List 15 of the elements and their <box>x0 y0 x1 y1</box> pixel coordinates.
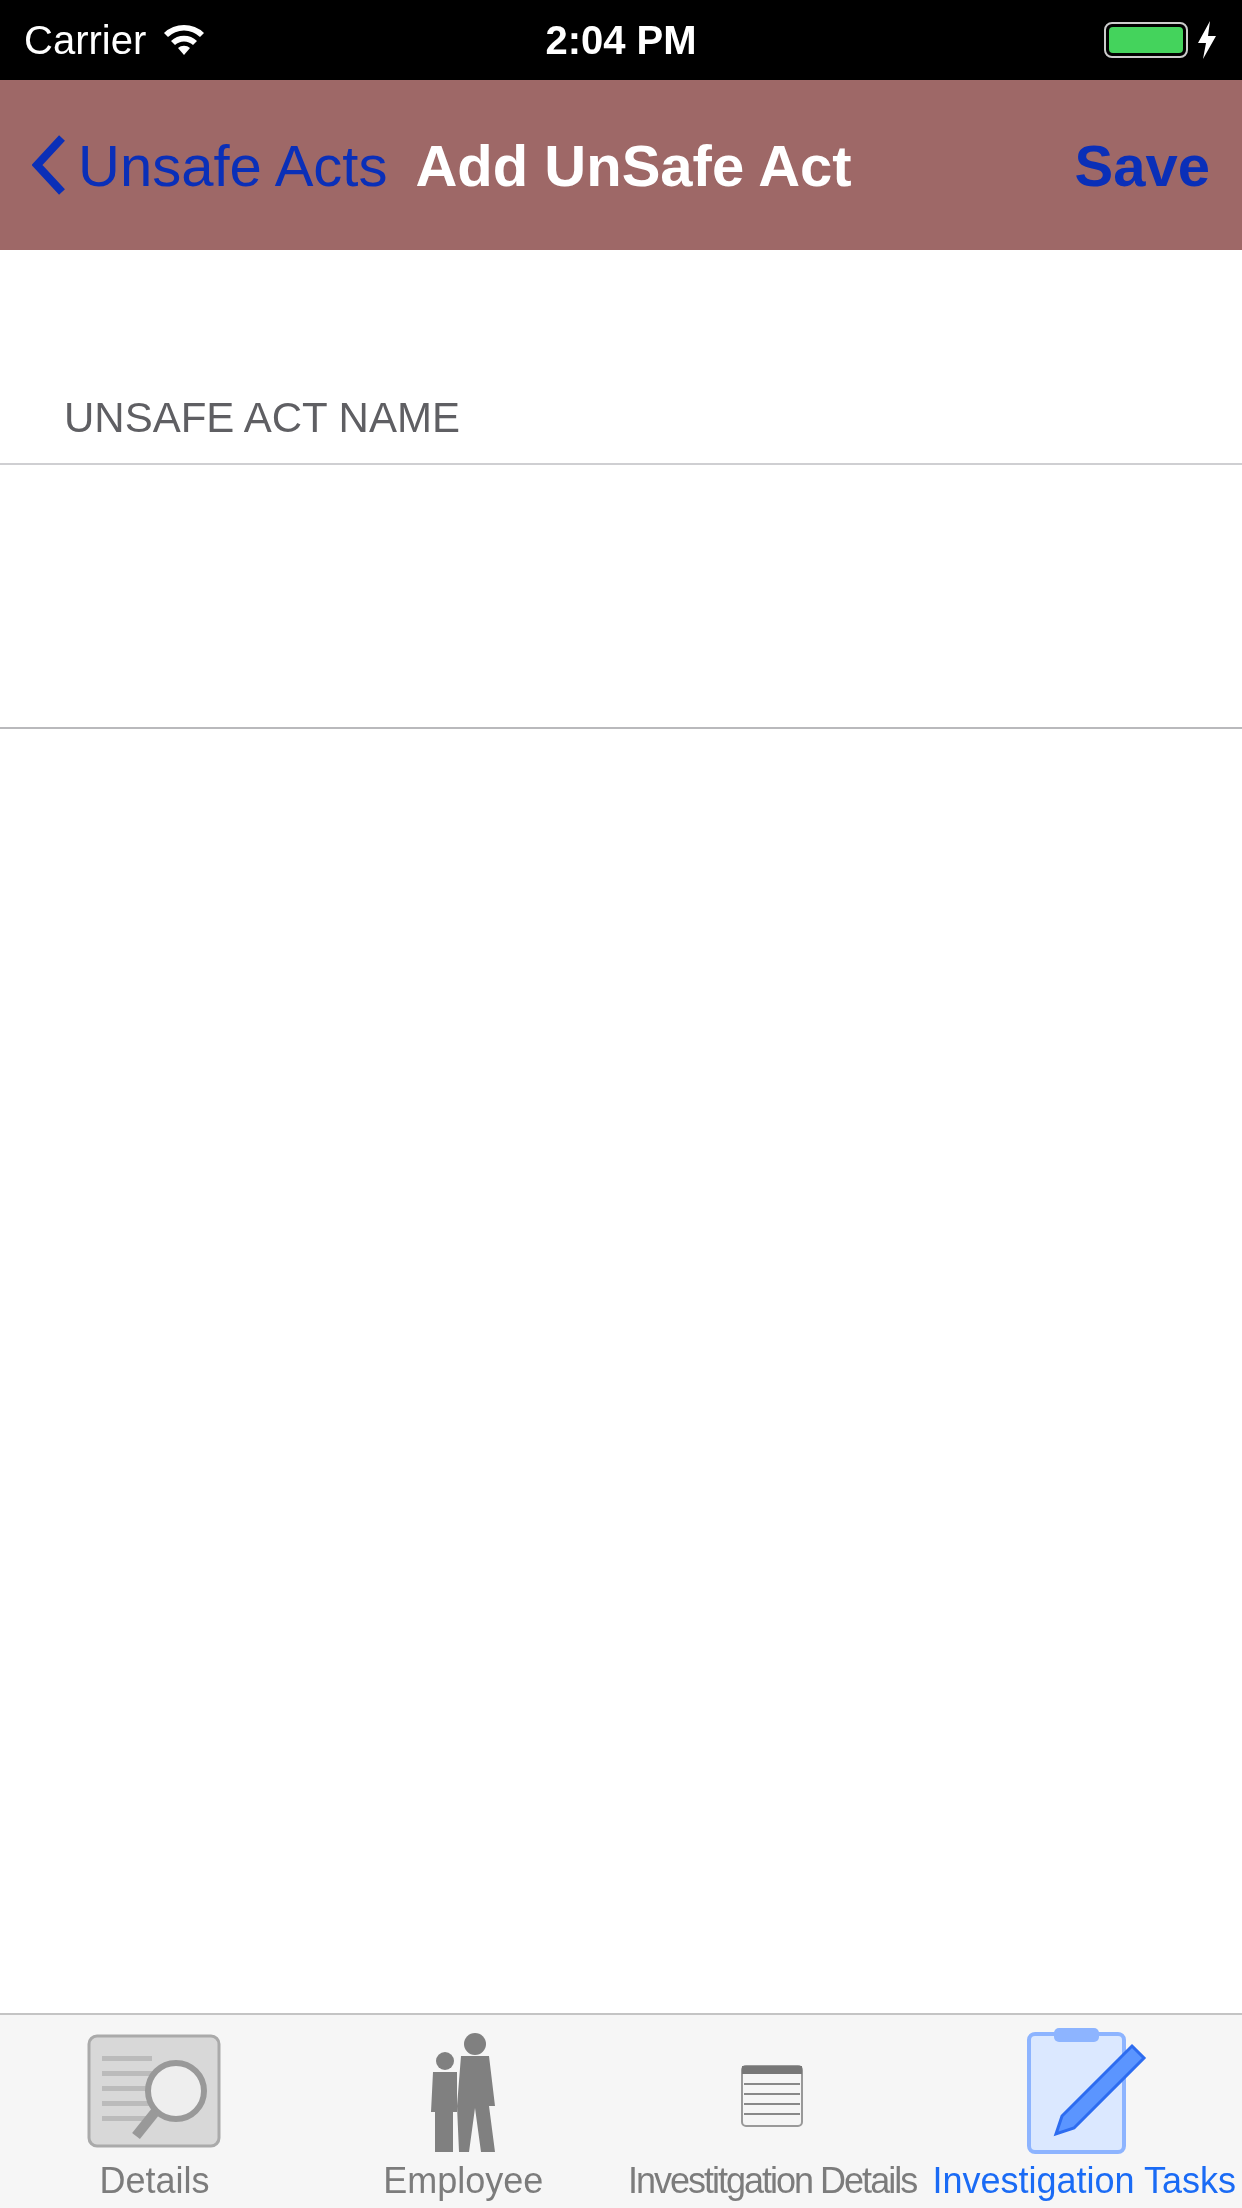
battery-icon <box>1104 22 1188 58</box>
clock-time: 2:04 PM <box>545 17 697 63</box>
back-button[interactable]: Unsafe Acts <box>32 131 388 199</box>
name-input-field[interactable] <box>0 463 1242 729</box>
charging-bolt-icon <box>1196 21 1218 59</box>
carrier-label: Carrier <box>24 17 147 63</box>
tab-bar-item[interactable]: Investitgation Details <box>617 2015 927 2208</box>
tab-bar-item[interactable]: Investigation Tasks <box>926 2015 1242 2208</box>
wifi-icon <box>162 23 207 57</box>
chevron-left-icon <box>32 135 66 195</box>
save-button[interactable]: Save <box>1074 131 1210 199</box>
tab-bar-item[interactable]: Details <box>0 2015 309 2208</box>
screen-title: Add UnSafe Act <box>415 131 853 199</box>
section-header: UNSAFE ACT NAME <box>64 392 461 443</box>
tab-bar-item[interactable]: Employee <box>308 2015 618 2208</box>
